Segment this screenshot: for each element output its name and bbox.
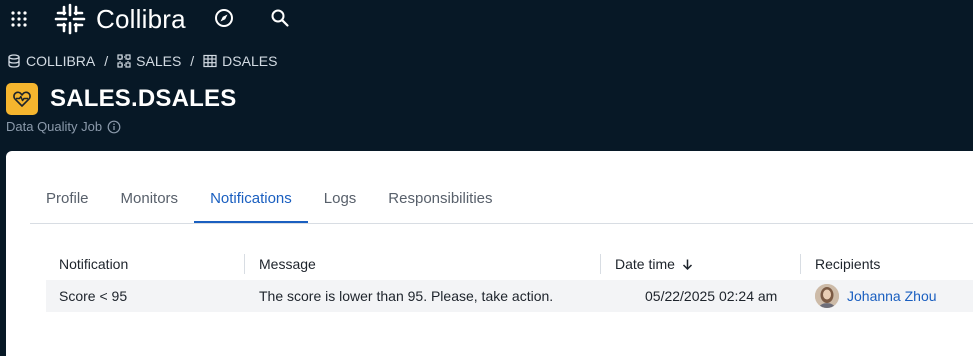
app-name: Collibra <box>96 4 186 34</box>
column-divider[interactable] <box>600 254 601 274</box>
asset-type-text: Data Quality Job <box>6 119 103 134</box>
breadcrumb-item-dsales[interactable]: DSALES <box>203 53 277 69</box>
breadcrumb-label: SALES <box>136 53 182 69</box>
column-header-recipients[interactable]: Recipients <box>815 248 880 280</box>
breadcrumb-separator: / <box>104 53 109 69</box>
collibra-logo-mark-icon <box>54 3 86 35</box>
cell-date-time: 05/22/2025 02:24 am <box>645 288 778 304</box>
recipient-link[interactable]: Johanna Zhou <box>847 280 937 312</box>
tab-logs[interactable]: Logs <box>308 183 373 223</box>
asset-type-label: Data Quality Job <box>6 119 121 134</box>
breadcrumb-item-collibra[interactable]: COLLIBRA <box>7 53 95 69</box>
tab-profile[interactable]: Profile <box>30 183 105 223</box>
user-avatar-icon <box>815 284 839 308</box>
tab-notifications[interactable]: Notifications <box>194 183 308 223</box>
cell-message: The score is lower than 95. Please, take… <box>259 288 554 304</box>
column-header-notification[interactable]: Notification <box>59 248 128 280</box>
content-panel: Profile Monitors Notifications Logs Resp… <box>6 151 973 356</box>
column-divider[interactable] <box>800 254 801 274</box>
notifications-table: Notification Message Date time Recipient… <box>46 248 973 312</box>
column-header-message[interactable]: Message <box>259 248 316 280</box>
tab-responsibilities[interactable]: Responsibilities <box>372 183 508 223</box>
table-header: Notification Message Date time Recipient… <box>46 248 973 280</box>
tab-monitors[interactable]: Monitors <box>105 183 195 223</box>
table-icon <box>203 54 217 68</box>
column-divider[interactable] <box>244 254 245 274</box>
tabs-divider <box>30 223 973 224</box>
breadcrumb-label: COLLIBRA <box>26 53 96 69</box>
arrow-down-icon[interactable] <box>681 258 694 271</box>
breadcrumb: COLLIBRA / SALES / DSALES <box>7 52 277 70</box>
heart-monitor-icon <box>13 91 31 107</box>
breadcrumb-label: DSALES <box>222 53 278 69</box>
search-icon[interactable] <box>270 8 290 28</box>
top-bar: Collibra <box>0 0 973 38</box>
cell-notification: Score < 95 <box>59 288 128 304</box>
database-icon <box>8 54 20 68</box>
app-window: Collibra COLLIBRA / SALES / DSALES SALES… <box>0 0 973 356</box>
avatar[interactable] <box>815 284 839 308</box>
apps-grid-icon[interactable] <box>10 10 28 28</box>
asset-type-badge <box>6 83 38 115</box>
column-header-label: Date time <box>615 256 675 272</box>
table-row[interactable]: Score < 95 The score is lower than 95. P… <box>46 280 973 312</box>
column-header-date-time[interactable]: Date time <box>615 248 694 280</box>
info-icon[interactable] <box>107 120 121 134</box>
compass-icon[interactable] <box>214 8 234 28</box>
breadcrumb-separator: / <box>190 53 195 69</box>
tab-bar: Profile Monitors Notifications Logs Resp… <box>30 183 509 223</box>
collibra-logo[interactable]: Collibra <box>54 3 186 35</box>
schema-icon <box>117 54 131 68</box>
page-title: SALES.DSALES <box>50 85 237 112</box>
breadcrumb-item-sales[interactable]: SALES <box>117 53 181 69</box>
